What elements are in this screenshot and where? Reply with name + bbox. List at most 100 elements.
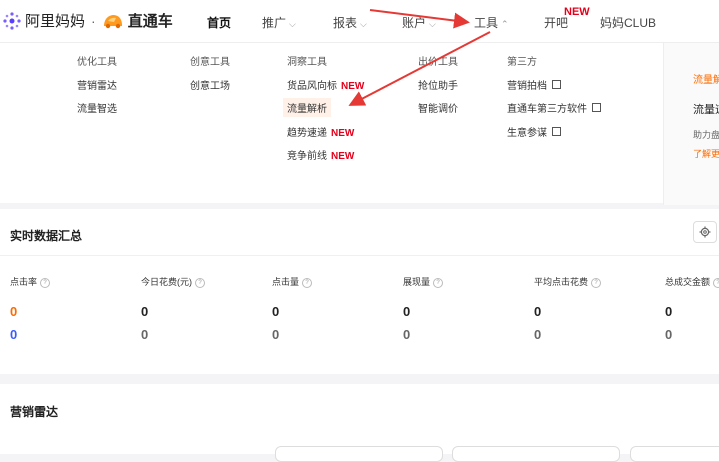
nav-account[interactable]: 账户 ⌵ bbox=[402, 14, 436, 31]
metric-label-text: 今日花费(元) bbox=[141, 277, 192, 287]
new-badge: NEW bbox=[331, 151, 355, 162]
nav-reports-label: 报表 bbox=[333, 16, 358, 30]
nav-reports[interactable]: 报表 ⌵ bbox=[333, 14, 367, 31]
panel-description: 助力盘点流量 bbox=[693, 130, 719, 140]
dd-insight-tools-heading: 洞察工具 bbox=[287, 57, 327, 68]
metric-label-text: 展现量 bbox=[403, 277, 431, 287]
radar-tab[interactable] bbox=[452, 446, 620, 462]
nav-home[interactable]: 首页 bbox=[207, 14, 231, 31]
metric-value-today: 0 bbox=[665, 304, 673, 319]
nav-home-label: 首页 bbox=[207, 16, 232, 30]
help-icon[interactable]: ? bbox=[302, 277, 313, 288]
dd-trend-express-label: 趋势速递 bbox=[287, 128, 327, 139]
nav-promotion[interactable]: 推广 ⌵ bbox=[262, 14, 296, 31]
marketing-radar-card: 营销雷达 bbox=[0, 384, 719, 462]
metric-label-text: 点击量 bbox=[272, 277, 300, 287]
nav-account-label: 账户 bbox=[402, 16, 427, 30]
tools-dropdown-menu: 优化工具 营销雷达 流量智选 创意工具 创意工场 洞察工具 货品风向标 NEW 流… bbox=[0, 43, 663, 203]
dd-competition-front[interactable]: 竞争前线 NEW bbox=[287, 147, 354, 162]
metric-value-today: 0 bbox=[403, 304, 411, 319]
dd-marketing-partner[interactable]: 营销拍档 bbox=[507, 77, 561, 92]
panel-tab-traffic-analysis[interactable]: 流量解析 bbox=[693, 71, 719, 86]
product-name: 直通车 bbox=[127, 13, 173, 30]
metric-value-compare: 0 bbox=[10, 327, 18, 342]
nav-mama-club-label: 妈妈CLUB bbox=[600, 16, 657, 30]
dd-bid-tools-heading: 出价工具 bbox=[418, 57, 458, 68]
metric-value-compare: 0 bbox=[534, 327, 542, 342]
brand-name: 阿里妈妈 bbox=[25, 13, 86, 30]
dd-smart-bid[interactable]: 智能调价 bbox=[418, 100, 458, 115]
new-badge: NEW bbox=[341, 81, 365, 92]
dd-marketing-radar[interactable]: 营销雷达 bbox=[77, 77, 117, 92]
nav-tools[interactable]: 工具 ⌃ bbox=[474, 14, 509, 31]
nav-kaiba-label: 开吧 bbox=[544, 16, 569, 30]
dd-third-party-software-label: 直通车第三方软件 bbox=[507, 104, 587, 115]
radar-tab[interactable] bbox=[630, 446, 719, 462]
metric-value-compare: 0 bbox=[272, 327, 280, 342]
external-link-icon bbox=[552, 127, 561, 136]
metric-label-ctr: 点击率? bbox=[10, 275, 51, 288]
chevron-down-icon: ⌵ bbox=[289, 19, 296, 29]
chevron-up-icon: ⌃ bbox=[501, 19, 509, 29]
alimama-logo-icon bbox=[3, 11, 21, 30]
nav-mama-club[interactable]: 妈妈CLUB bbox=[600, 14, 656, 31]
metric-label-spend: 今日花费(元)? bbox=[141, 275, 205, 288]
metric-value-compare: 0 bbox=[403, 327, 411, 342]
metric-label-avg-cpc: 平均点击花费? bbox=[534, 275, 602, 288]
help-icon[interactable]: ? bbox=[713, 277, 719, 288]
chevron-down-icon: ⌵ bbox=[360, 19, 367, 29]
settings-button[interactable] bbox=[693, 221, 717, 243]
metric-label-gmv: 总成交金额? bbox=[665, 275, 719, 288]
metric-value-compare: 0 bbox=[141, 327, 149, 342]
top-nav-bar: 阿里妈妈 · 直通车 首页 推广 ⌵ 报表 ⌵ 账户 ⌵ 工具 ⌃ 开吧 NEW 妈妈C… bbox=[0, 0, 719, 43]
ztc-car-icon bbox=[103, 14, 122, 28]
help-icon[interactable]: ? bbox=[195, 277, 205, 288]
dd-creative-tools-heading: 创意工具 bbox=[190, 57, 230, 68]
chevron-down-icon: ⌵ bbox=[429, 19, 436, 29]
nav-tools-label: 工具 bbox=[474, 16, 499, 30]
panel-learn-more-link[interactable]: 了解更多 bbox=[693, 147, 719, 160]
dd-business-advisor[interactable]: 生意参谋 bbox=[507, 124, 561, 139]
external-link-icon bbox=[552, 80, 561, 89]
tool-info-panel: 流量解析 流量速览 助力盘点流量 了解更多 bbox=[663, 43, 719, 205]
metric-label-clicks: 点击量? bbox=[272, 275, 313, 288]
dd-product-trend-label: 货品风向标 bbox=[287, 81, 337, 92]
new-badge: NEW bbox=[564, 6, 590, 18]
metric-label-impressions: 展现量? bbox=[403, 275, 444, 288]
metric-label-text: 点击率 bbox=[10, 277, 38, 287]
dd-marketing-partner-label: 营销拍档 bbox=[507, 81, 547, 92]
help-icon[interactable]: ? bbox=[591, 277, 602, 288]
dd-product-trend[interactable]: 货品风向标 NEW bbox=[287, 77, 364, 92]
help-icon[interactable]: ? bbox=[40, 277, 51, 288]
metric-value-today: 0 bbox=[10, 304, 18, 319]
dd-traffic-select[interactable]: 流量智选 bbox=[77, 100, 117, 115]
metric-label-text: 总成交金额 bbox=[665, 277, 711, 287]
dd-optimize-tools-heading: 优化工具 bbox=[77, 57, 117, 68]
dd-traffic-analysis[interactable]: 流量解析 bbox=[283, 98, 331, 117]
dd-trend-express[interactable]: 趋势速递 NEW bbox=[287, 124, 354, 139]
radar-tab[interactable] bbox=[275, 446, 443, 462]
dd-creative-workshop[interactable]: 创意工场 bbox=[190, 77, 230, 92]
card-divider bbox=[0, 255, 719, 256]
gear-icon bbox=[699, 226, 711, 238]
external-link-icon bbox=[592, 103, 601, 112]
dd-third-party-heading: 第三方 bbox=[507, 57, 537, 68]
metric-value-today: 0 bbox=[534, 304, 542, 319]
metric-label-text: 平均点击花费 bbox=[534, 277, 589, 287]
dd-business-advisor-label: 生意参谋 bbox=[507, 128, 547, 139]
panel-title: 流量速览 bbox=[693, 104, 719, 116]
metric-value-compare: 0 bbox=[665, 327, 673, 342]
dd-position-assistant[interactable]: 抢位助手 bbox=[418, 77, 458, 92]
dd-third-party-software[interactable]: 直通车第三方软件 bbox=[507, 100, 601, 115]
brand-separator: · bbox=[91, 12, 96, 29]
realtime-summary-title: 实时数据汇总 bbox=[10, 229, 83, 243]
new-badge: NEW bbox=[331, 128, 355, 139]
brand-logo[interactable]: 阿里妈妈 · 直通车 bbox=[2, 10, 173, 31]
realtime-summary-card: 实时数据汇总 点击率? 今日花费(元)? 点击量? 展现量? 平均点击花费? 总… bbox=[0, 209, 719, 374]
dd-competition-front-label: 竞争前线 bbox=[287, 151, 327, 162]
metric-value-today: 0 bbox=[141, 304, 149, 319]
nav-promotion-label: 推广 bbox=[262, 16, 287, 30]
metric-value-today: 0 bbox=[272, 304, 280, 319]
help-icon[interactable]: ? bbox=[433, 277, 444, 288]
marketing-radar-title: 营销雷达 bbox=[10, 405, 59, 419]
